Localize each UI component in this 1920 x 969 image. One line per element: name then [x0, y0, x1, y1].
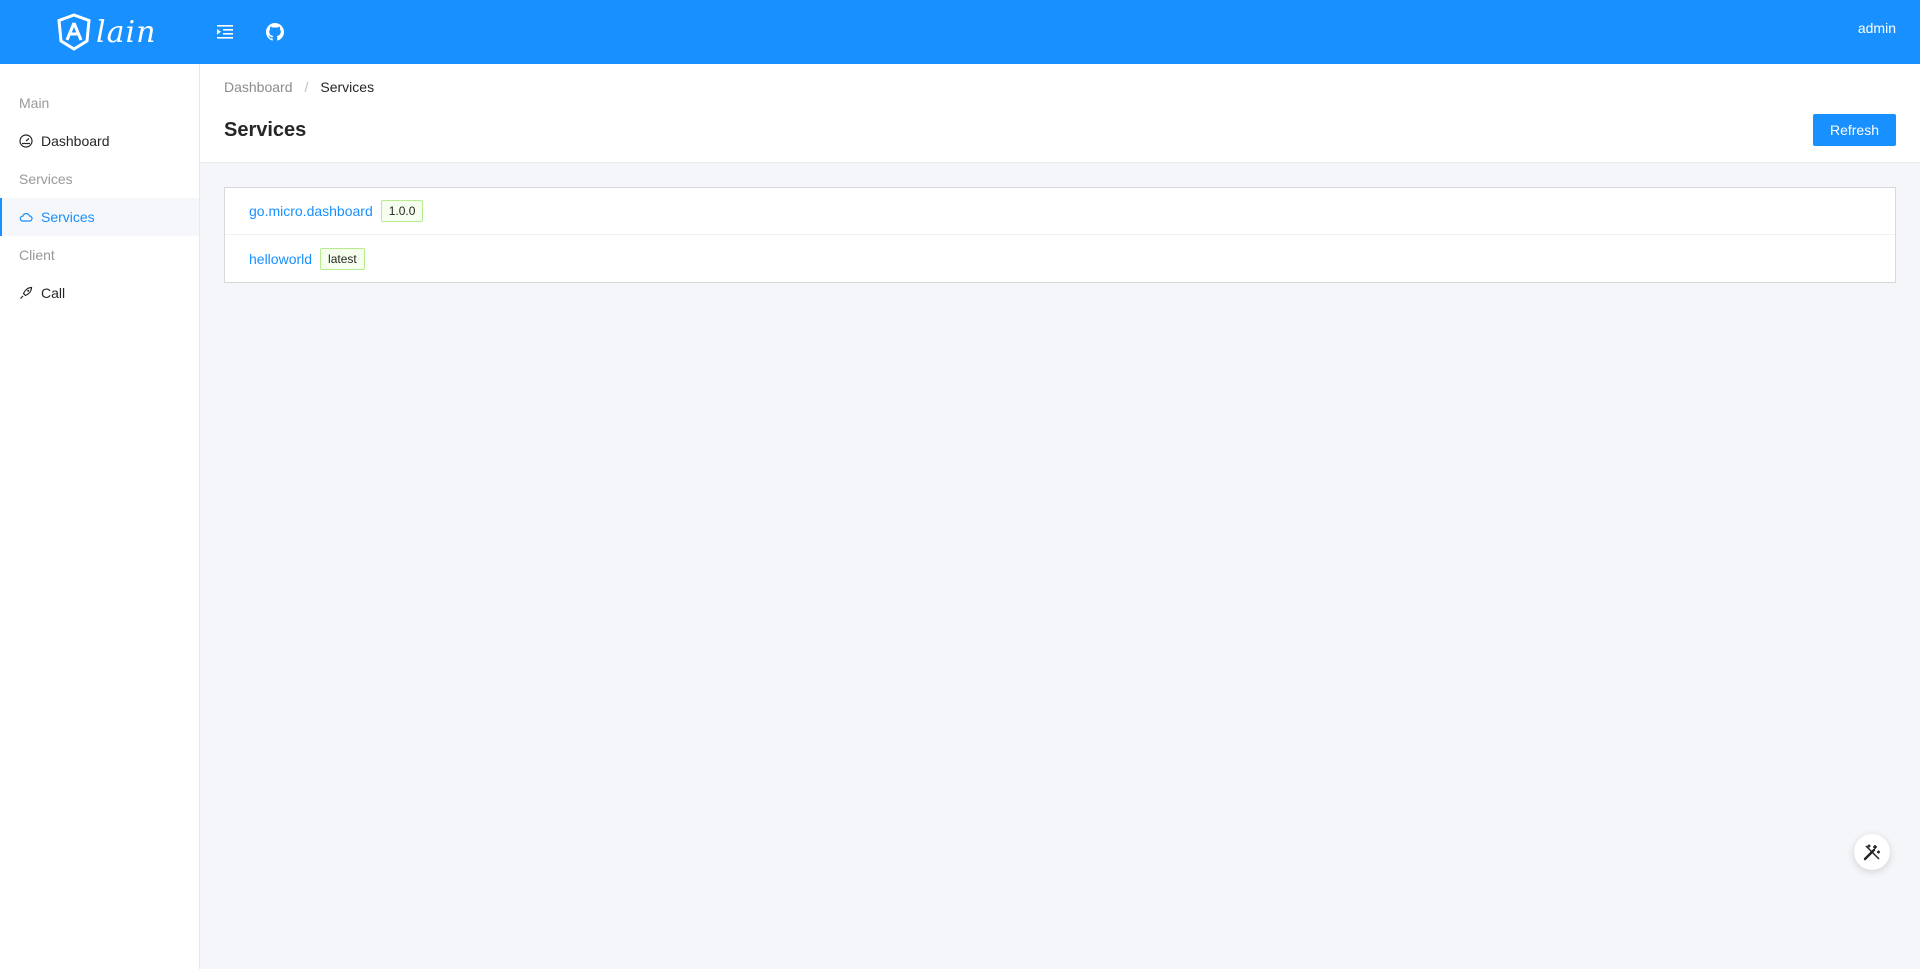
- user-menu[interactable]: admin: [1858, 20, 1896, 36]
- sidebar: Main Dashboard Services Services Client …: [0, 64, 200, 969]
- sidebar-group-main: Main: [19, 95, 50, 111]
- breadcrumb-current: Services: [320, 79, 375, 95]
- version-tag: 1.0.0: [380, 200, 424, 222]
- top-header: lain admin: [0, 0, 1920, 64]
- angular-shield-icon: [57, 13, 91, 51]
- github-icon: [266, 23, 284, 41]
- breadcrumb: Dashboard / Services: [224, 79, 374, 95]
- magic-wand-icon: [1863, 844, 1880, 861]
- rocket-icon: [19, 286, 33, 300]
- page-header: Dashboard / Services Services Refresh: [200, 64, 1920, 163]
- service-list: go.micro.dashboard 1.0.0 helloworld late…: [224, 187, 1896, 283]
- service-name-link[interactable]: go.micro.dashboard: [249, 203, 373, 219]
- sidebar-item-label: Call: [41, 285, 66, 301]
- breadcrumb-dashboard-link[interactable]: Dashboard: [224, 79, 293, 95]
- logo-text: lain: [96, 14, 157, 50]
- list-item: helloworld latest: [225, 235, 1895, 282]
- service-name-link[interactable]: helloworld: [249, 251, 312, 267]
- sidebar-group-services: Services: [19, 171, 73, 187]
- sidebar-group-client: Client: [19, 247, 55, 263]
- refresh-button[interactable]: Refresh: [1812, 114, 1896, 146]
- sidebar-item-label: Dashboard: [41, 133, 110, 149]
- github-button[interactable]: [259, 16, 291, 48]
- version-tag: latest: [320, 247, 365, 270]
- menu-fold-icon: [217, 25, 233, 39]
- app-logo[interactable]: lain: [56, 12, 156, 52]
- floating-tool-button[interactable]: [1854, 834, 1890, 870]
- sidebar-item-label: Services: [41, 209, 95, 225]
- sidebar-item-services[interactable]: Services: [0, 198, 199, 236]
- cloud-icon: [19, 210, 33, 224]
- dashboard-icon: [19, 134, 33, 148]
- breadcrumb-separator: /: [304, 79, 309, 95]
- sidebar-item-dashboard[interactable]: Dashboard: [0, 122, 199, 160]
- menu-fold-button[interactable]: [209, 16, 241, 48]
- page-title: Services: [224, 119, 307, 141]
- list-item: go.micro.dashboard 1.0.0: [225, 188, 1895, 235]
- sidebar-item-call[interactable]: Call: [0, 274, 199, 312]
